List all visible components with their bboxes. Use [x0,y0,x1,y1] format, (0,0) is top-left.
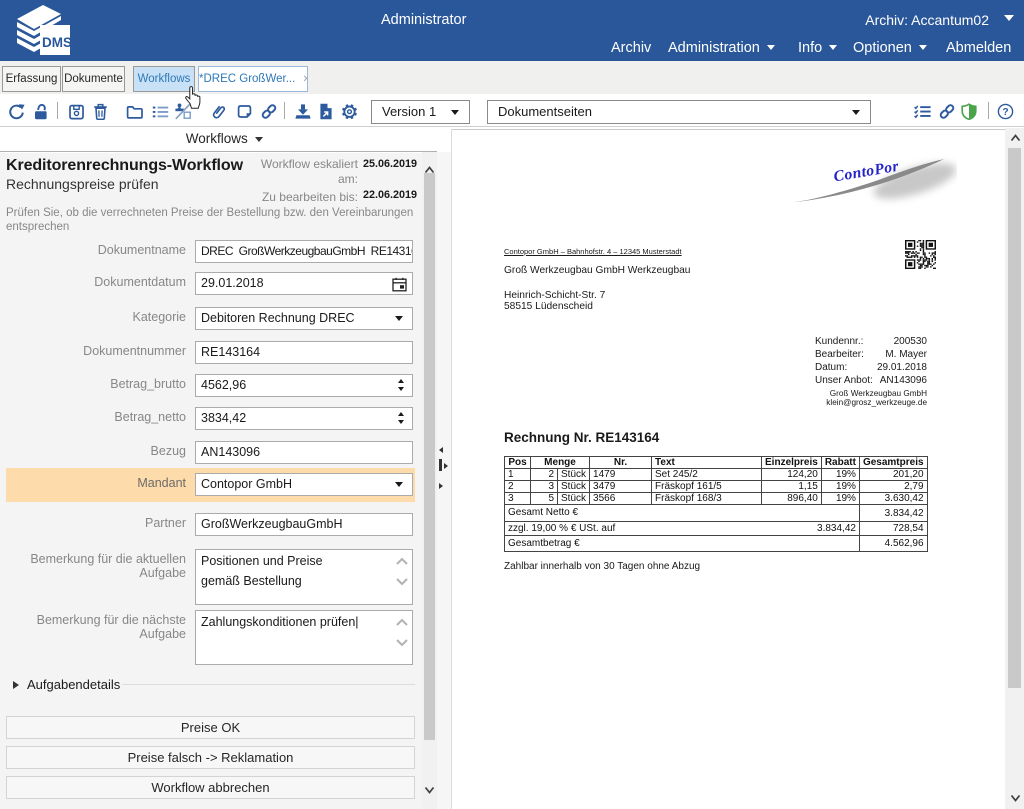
svg-text:?: ? [1002,107,1008,118]
svg-text:DMS: DMS [42,35,72,50]
